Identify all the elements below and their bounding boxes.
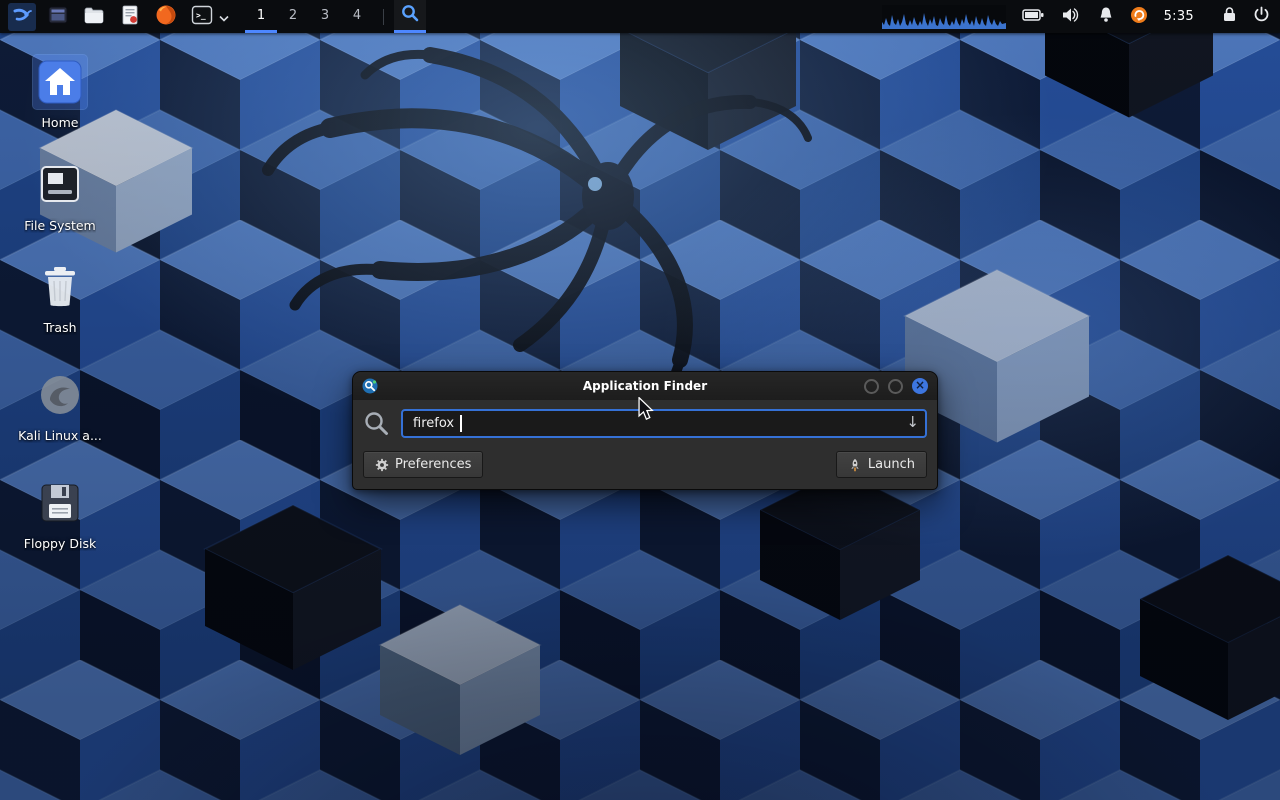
gear-icon <box>375 458 389 472</box>
text-editor-icon <box>119 4 141 30</box>
volume-indicator[interactable] <box>1062 3 1080 31</box>
minimize-button[interactable] <box>864 379 879 394</box>
home-icon <box>33 55 87 109</box>
sync-status-icon <box>1130 6 1148 28</box>
launch-button[interactable]: Launch <box>836 451 927 478</box>
trash-icon <box>33 260 87 314</box>
terminal-icon: >_ <box>191 4 213 30</box>
search-row: ↓ <box>363 409 927 438</box>
kali-menu-icon <box>11 4 33 30</box>
floppy-disk-icon <box>33 476 87 530</box>
window-icon <box>47 4 69 30</box>
preferences-button-label: Preferences <box>395 457 471 472</box>
kali-menu-button[interactable] <box>8 3 36 31</box>
launch-button-label: Launch <box>868 457 915 472</box>
workspace-4[interactable]: 4 <box>341 0 373 33</box>
search-entry-wrap: ↓ <box>401 409 927 438</box>
notifications-indicator[interactable] <box>1098 3 1114 31</box>
text-caret <box>460 415 462 432</box>
bell-icon <box>1098 6 1114 27</box>
desktop-icon-floppy-disk[interactable]: Floppy Disk <box>12 476 108 551</box>
workspace-2[interactable]: 2 <box>277 0 309 33</box>
sync-status[interactable] <box>1130 3 1148 31</box>
volume-icon <box>1062 7 1080 27</box>
workspace-3[interactable]: 3 <box>309 0 341 33</box>
session-power-button[interactable] <box>1253 3 1270 31</box>
file-manager-icon <box>83 4 105 30</box>
search-input[interactable] <box>401 409 927 438</box>
kali-emblem-icon <box>33 368 87 422</box>
window-controls: × <box>864 378 928 394</box>
screen-lock-indicator[interactable] <box>1222 3 1237 31</box>
system-monitor-graph <box>882 5 1006 29</box>
button-row: Preferences Launch <box>363 451 927 478</box>
appfinder-icon <box>400 3 420 27</box>
finder-body: ↓ <box>353 400 937 489</box>
terminal-dropdown-button[interactable] <box>217 3 231 31</box>
maximize-button[interactable] <box>888 379 903 394</box>
workspace-4-label: 4 <box>353 8 361 23</box>
clock[interactable]: 5:35 <box>1164 9 1194 24</box>
window-manager-launcher[interactable] <box>44 3 72 31</box>
panel-separator <box>383 9 384 25</box>
svg-text:>_: >_ <box>196 11 206 20</box>
application-finder-window: Application Finder × ↓ <box>352 371 938 490</box>
desktop-icon-label: Home <box>42 115 79 130</box>
screen: >_ 1 2 3 4 <box>0 0 1280 800</box>
desktop-icon-label: Trash <box>43 320 76 335</box>
firefox-icon <box>155 4 177 30</box>
launch-icon <box>848 458 862 472</box>
system-monitor[interactable] <box>882 5 1006 29</box>
desktop-icon-home[interactable]: Home <box>12 55 108 130</box>
desktop-icon-label: File System <box>24 218 96 233</box>
workspace-2-label: 2 <box>289 8 297 23</box>
preferences-button[interactable]: Preferences <box>363 451 483 478</box>
titlebar[interactable]: Application Finder × <box>353 372 937 400</box>
desktop-icon-kali-linux[interactable]: Kali Linux a... <box>12 368 108 443</box>
appfinder-window-icon <box>362 378 378 394</box>
desktop-icon-file-system[interactable]: File System <box>12 158 108 233</box>
chevron-down-icon <box>219 7 229 26</box>
battery-indicator[interactable] <box>1022 3 1044 31</box>
power-icon <box>1253 6 1270 27</box>
file-system-icon <box>33 158 87 212</box>
window-title: Application Finder <box>353 379 937 393</box>
battery-icon <box>1022 7 1044 26</box>
lock-icon <box>1222 6 1237 27</box>
desktop-icon-label: Floppy Disk <box>24 536 96 551</box>
file-manager-launcher[interactable] <box>80 3 108 31</box>
text-editor-launcher[interactable] <box>116 3 144 31</box>
desktop-icon-label: Kali Linux a... <box>18 428 102 443</box>
desktop-icon-trash[interactable]: Trash <box>12 260 108 335</box>
workspace-1-label: 1 <box>257 8 265 23</box>
search-icon <box>363 410 390 437</box>
firefox-launcher[interactable] <box>152 3 180 31</box>
taskbar-appfinder-button[interactable] <box>394 0 426 33</box>
workspace-switcher: 1 2 3 4 <box>245 0 373 33</box>
workspace-3-label: 3 <box>321 8 329 23</box>
workspace-1[interactable]: 1 <box>245 0 277 33</box>
close-icon: × <box>915 378 925 392</box>
terminal-launcher[interactable]: >_ <box>188 3 216 31</box>
close-button[interactable]: × <box>912 378 928 394</box>
top-panel: >_ 1 2 3 4 <box>0 0 1280 33</box>
